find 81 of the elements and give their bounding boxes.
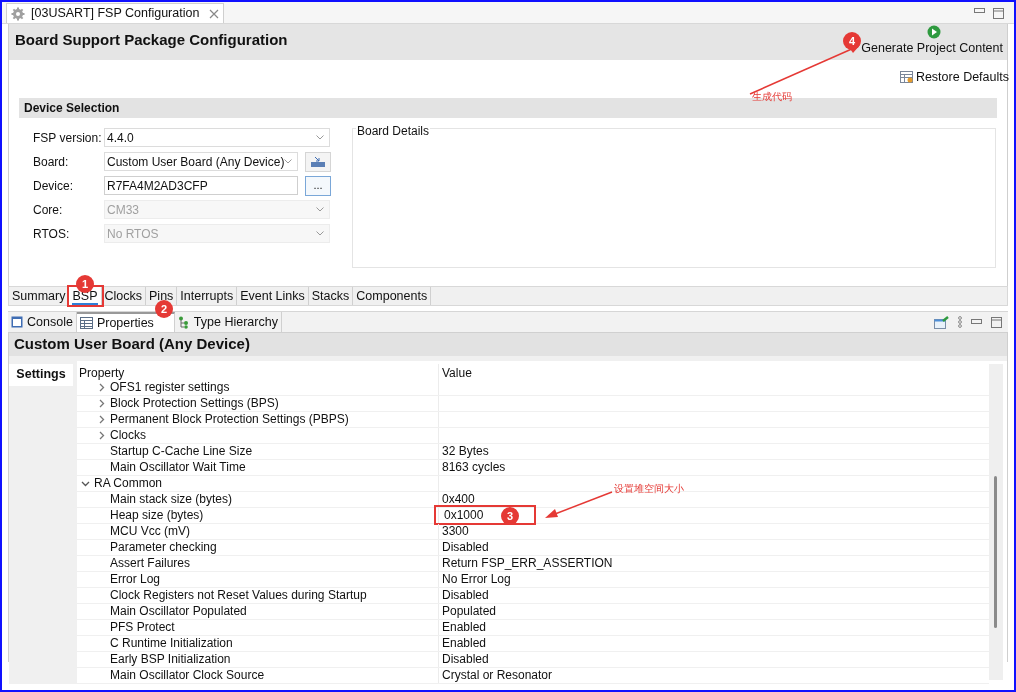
property-value: Disabled xyxy=(442,651,489,668)
property-value: Enabled xyxy=(442,619,487,636)
column-header: Value xyxy=(441,364,472,380)
input-field[interactable]: R7FA4M2AD3CFP xyxy=(104,176,298,195)
editor-page-tab[interactable]: Clocks xyxy=(101,287,146,305)
console-icon xyxy=(11,316,23,328)
property-value: No Error Log xyxy=(442,571,511,588)
editor-page-tab[interactable]: Components xyxy=(353,287,432,305)
chevron-right-icon[interactable] xyxy=(97,398,106,408)
editor-page-tab[interactable]: Event Links xyxy=(237,287,309,305)
property-name: RA Common xyxy=(94,475,163,492)
property-value: Disabled xyxy=(442,539,489,556)
editor-page-tab[interactable]: Stacks xyxy=(308,287,354,305)
section-title: Device Selection xyxy=(24,100,120,117)
column-header: Property xyxy=(77,363,439,380)
property-value: Disabled xyxy=(442,587,489,604)
editor-page-tab[interactable]: Interrupts xyxy=(177,287,238,305)
property-name: Clock Registers not Reset Values during Startup xyxy=(110,587,367,604)
property-name: Heap size (bytes) xyxy=(110,507,204,524)
annotation-note: 设置堆空间大小 xyxy=(614,482,684,496)
pin-window-icon[interactable] xyxy=(934,315,949,329)
property-value: Crystal or Resonator xyxy=(442,667,553,684)
restore-defaults-button[interactable]: Restore Defaults xyxy=(899,68,1009,86)
property-name: Block Protection Settings (BPS) xyxy=(110,395,279,412)
property-name: Main stack size (bytes) xyxy=(110,491,233,508)
property-name: Clocks xyxy=(110,427,146,444)
maximize-icon[interactable] xyxy=(993,8,1004,19)
dropdown: CM33 xyxy=(104,200,330,219)
minimize-icon[interactable] xyxy=(971,319,982,325)
view-tab[interactable]: Properties xyxy=(76,312,175,332)
play-icon xyxy=(927,25,941,39)
property-value: 3300 xyxy=(442,523,469,540)
properties-title: Custom User Board (Any Device) xyxy=(14,334,250,354)
editor-tab[interactable]: [03USART] FSP Configuration xyxy=(6,3,225,23)
browse-button[interactable]: ... xyxy=(305,175,331,196)
page-title: Board Support Package Configuration xyxy=(15,30,288,50)
field-label: Core: xyxy=(33,201,64,219)
import-button[interactable] xyxy=(305,151,331,172)
scrollbar[interactable] xyxy=(989,363,1003,680)
more-icon[interactable] xyxy=(958,316,962,328)
property-name: Startup C-Cache Line Size xyxy=(110,443,253,460)
property-name: OFS1 register settings xyxy=(110,380,230,396)
dropdown[interactable]: Custom User Board (Any Device) xyxy=(104,152,298,171)
property-name: Early BSP Initialization xyxy=(110,651,231,668)
field-label: Device: xyxy=(33,177,74,195)
property-value: 32 Bytes xyxy=(442,443,489,460)
dropdown[interactable]: 4.4.0 xyxy=(104,128,330,147)
property-value: 0x400 xyxy=(442,491,475,508)
property-value: Return FSP_ERR_ASSERTION xyxy=(442,555,613,572)
generate-button[interactable]: Generate Project Content xyxy=(861,24,1003,58)
field-label: FSP version: xyxy=(33,129,103,147)
annotation-arrow xyxy=(545,491,613,518)
property-name: Error Log xyxy=(110,571,161,588)
close-icon[interactable] xyxy=(209,8,220,19)
minimize-icon[interactable] xyxy=(974,8,985,14)
property-name: Permanent Block Protection Settings (PBPS) xyxy=(110,411,349,428)
annotation-note: 生成代码 xyxy=(752,90,792,104)
chevron-right-icon[interactable] xyxy=(97,430,106,440)
maximize-icon[interactable] xyxy=(991,316,1002,328)
dropdown: No RTOS xyxy=(104,224,330,243)
property-name: PFS Protect xyxy=(110,619,175,636)
property-name: Main Oscillator Clock Source xyxy=(110,667,265,684)
chevron-right-icon[interactable] xyxy=(97,382,106,392)
import-icon xyxy=(310,155,326,168)
property-name: C Runtime Initialization xyxy=(110,635,233,652)
settings-tab[interactable]: Settings xyxy=(9,363,73,386)
field-label: Board: xyxy=(33,153,70,171)
property-name: Main Oscillator Populated xyxy=(110,603,247,620)
property-value: Populated xyxy=(442,603,497,620)
table-icon xyxy=(899,71,913,83)
property-value: 8163 cycles xyxy=(442,459,506,476)
chevron-right-icon[interactable] xyxy=(97,414,106,424)
tree-icon xyxy=(177,315,190,329)
table-icon xyxy=(79,317,93,329)
property-name: Main Oscillator Wait Time xyxy=(110,459,246,476)
field-label: RTOS: xyxy=(33,225,71,243)
property-value: Enabled xyxy=(442,635,487,652)
property-name: Assert Failures xyxy=(110,555,191,572)
property-name: MCU Vcc (mV) xyxy=(110,523,190,540)
property-name: Parameter checking xyxy=(110,539,217,556)
gear-icon xyxy=(11,6,25,21)
